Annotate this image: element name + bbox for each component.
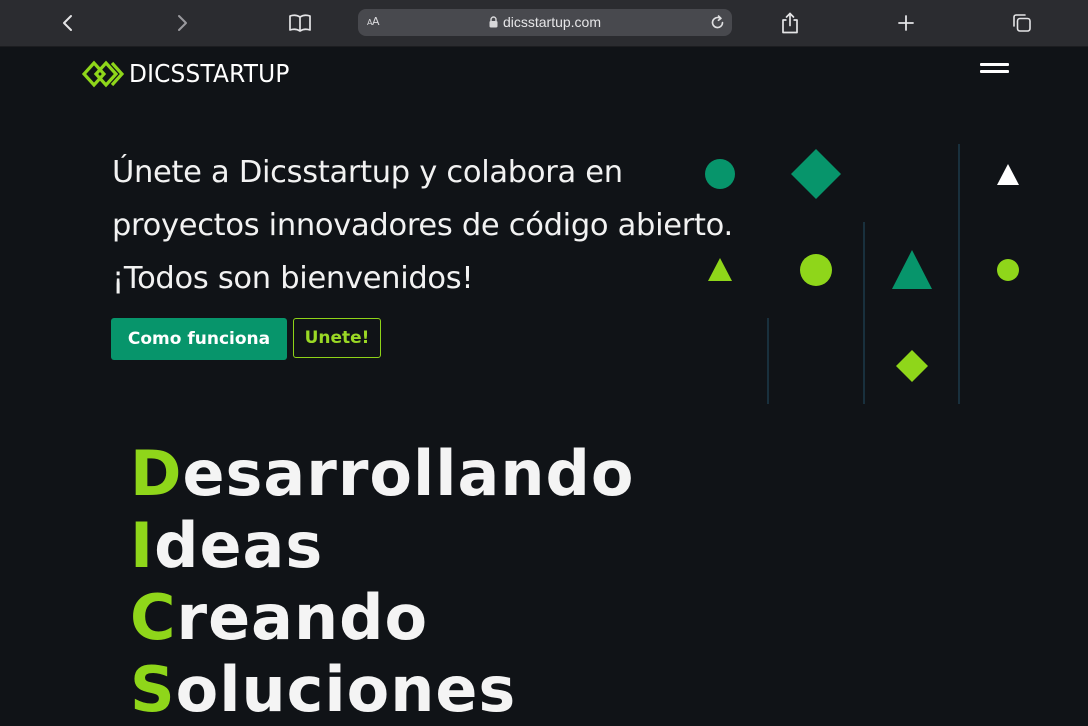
site-header: DICSSTARTUP (0, 46, 1088, 104)
hamburger-icon (980, 63, 1009, 66)
tagline-line: Desarrollando (130, 438, 634, 510)
reader-button[interactable] (284, 7, 316, 39)
tagline-initial: S (130, 653, 176, 726)
join-button[interactable]: Unete! (293, 318, 381, 358)
logo-mark-icon (82, 60, 124, 87)
triangle-shape (997, 164, 1019, 185)
chevron-left-icon (63, 15, 72, 31)
address-bar[interactable]: AA dicsstartup.com (358, 9, 732, 36)
circle-shape (705, 159, 735, 189)
tagline-line: Creando (130, 582, 634, 654)
circle-shape (800, 254, 832, 286)
url-text: dicsstartup.com (502, 14, 602, 30)
share-button[interactable] (774, 7, 806, 39)
new-tab-button[interactable] (890, 7, 922, 39)
tagline-rest: oluciones (175, 653, 517, 726)
tagline-initial: C (130, 581, 177, 654)
tabs-icon (1013, 14, 1031, 32)
url-display: dicsstartup.com (358, 14, 732, 30)
reload-icon[interactable] (709, 14, 726, 31)
plus-icon (898, 15, 914, 31)
triangle-shape (708, 258, 732, 281)
diamond-shape (896, 350, 928, 382)
forward-button[interactable] (166, 7, 198, 39)
lock-icon (489, 16, 498, 28)
menu-button[interactable] (975, 60, 1015, 80)
tagline-rest: deas (154, 509, 324, 582)
how-it-works-button[interactable]: Como funciona (111, 318, 287, 360)
tagline-rest: reando (176, 581, 429, 654)
chevron-right-icon (178, 15, 187, 31)
circle-shape (997, 259, 1019, 281)
tagline-line: Soluciones (130, 654, 634, 726)
book-icon (289, 14, 311, 32)
logo-text: DICSSTARTUP (129, 59, 290, 88)
hamburger-icon-bar (980, 70, 1009, 73)
browser-toolbar: AA dicsstartup.com (0, 0, 1088, 47)
decorative-shapes (705, 144, 1019, 404)
back-button[interactable] (52, 7, 84, 39)
diamond-shape (791, 149, 841, 199)
tagline-acrostic: Desarrollando Ideas Creando Soluciones (130, 438, 634, 726)
share-icon (782, 12, 798, 34)
tagline-initial: D (130, 437, 183, 510)
tagline-initial: I (130, 509, 155, 582)
tabs-overview-button[interactable] (1006, 7, 1038, 39)
tagline-line: Ideas (130, 510, 634, 582)
site-logo[interactable]: DICSSTARTUP (82, 59, 302, 88)
tagline-rest: esarrollando (182, 437, 635, 510)
triangle-shape (892, 250, 932, 289)
